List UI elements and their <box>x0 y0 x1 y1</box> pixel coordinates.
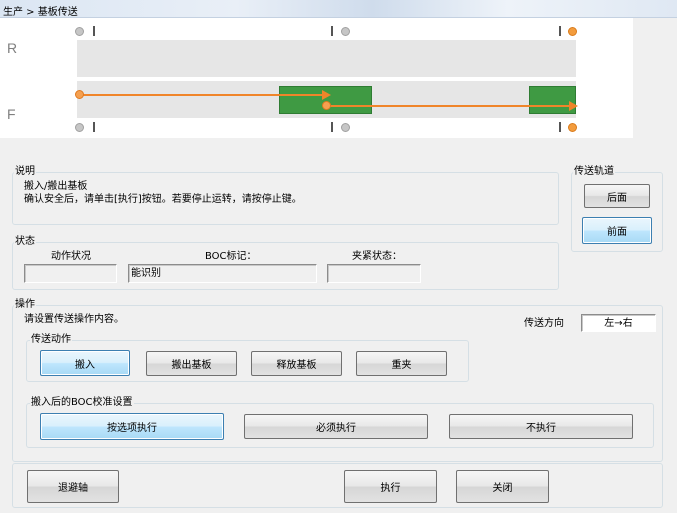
direction-label: 传送方向 <box>524 318 564 329</box>
description-title: 说明 <box>14 166 36 177</box>
boc-mark-value: 能识别 <box>131 268 161 279</box>
direction-value: 左→右 <box>604 318 633 329</box>
transfer-action-title: 传送动作 <box>30 334 72 345</box>
boc-setting-title: 搬入后的BOC校准设置 <box>30 397 134 408</box>
window-title: 生产 > 基板传送 <box>3 7 78 18</box>
load-button[interactable]: 搬入 <box>40 350 130 376</box>
clamp-status-field <box>327 264 421 283</box>
clamp-status-label: 夹紧状态： <box>352 251 402 262</box>
status-title: 状态 <box>14 236 36 247</box>
sensor-active-icon <box>568 123 577 132</box>
sensor-icon <box>75 123 84 132</box>
unload-board-button[interactable]: 搬出基板 <box>146 351 237 376</box>
operation-title: 操作 <box>14 299 36 310</box>
action-status-label: 动作状况 <box>51 251 91 262</box>
sensor-icon <box>75 27 84 36</box>
arrow-head-icon <box>569 101 578 111</box>
arrow-head-icon <box>322 90 331 100</box>
execute-button[interactable]: 执行 <box>344 470 437 503</box>
sensor-icon <box>341 27 350 36</box>
row-label-rear: R <box>7 40 18 56</box>
action-status-field <box>24 264 117 283</box>
description-line-1: 搬入/搬出基板 <box>24 181 88 192</box>
arrow-start-icon <box>75 90 84 99</box>
reclamp-button[interactable]: 重夹 <box>356 351 447 376</box>
sensor-tick-icon <box>93 122 95 132</box>
title-bar: 生产 > 基板传送 <box>0 0 677 18</box>
sensor-tick-icon <box>559 122 561 132</box>
front-track-button[interactable]: 前面 <box>582 217 652 244</box>
boc-always-button[interactable]: 必须执行 <box>244 414 428 439</box>
boc-mark-label: BOC标记： <box>205 251 257 262</box>
release-board-button[interactable]: 释放基板 <box>251 351 342 376</box>
track-title: 传送轨道 <box>573 166 615 177</box>
conveyor-diagram: R F <box>0 18 633 138</box>
operation-prompt: 请设置传送操作内容。 <box>24 314 124 325</box>
sensor-tick-icon <box>559 26 561 36</box>
sensor-tick-icon <box>331 122 333 132</box>
sensor-tick-icon <box>93 26 95 36</box>
sensor-tick-icon <box>331 26 333 36</box>
direction-field: 左→右 <box>581 314 656 332</box>
rear-track-button[interactable]: 后面 <box>584 184 650 208</box>
close-button[interactable]: 关闭 <box>456 470 549 503</box>
description-line-2: 确认安全后，请单击[执行]按钮。若要停止运转，请按停止键。 <box>24 194 302 205</box>
rear-lane <box>77 40 576 77</box>
transfer-arrow <box>328 105 570 107</box>
boc-mark-field: 能识别 <box>128 264 317 283</box>
transfer-arrow <box>80 94 324 96</box>
arrow-start-icon <box>322 101 331 110</box>
sensor-active-icon <box>568 27 577 36</box>
retract-axis-button[interactable]: 退避轴 <box>27 470 119 503</box>
boc-by-option-button[interactable]: 按选项执行 <box>40 413 224 440</box>
row-label-front: F <box>7 106 16 122</box>
boc-never-button[interactable]: 不执行 <box>449 414 633 439</box>
sensor-icon <box>341 123 350 132</box>
